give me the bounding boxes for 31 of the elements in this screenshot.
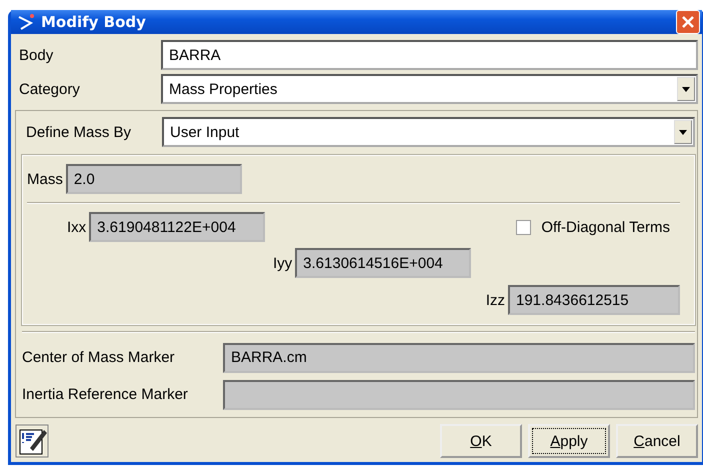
close-icon[interactable] bbox=[676, 10, 700, 34]
field-label: Category bbox=[18, 80, 81, 98]
readonly-field: 3.6190481122E+004 bbox=[89, 212, 266, 242]
notepad-pen-icon[interactable] bbox=[15, 424, 49, 458]
define-mass-dropdown[interactable]: User Input bbox=[162, 117, 695, 147]
marker-field[interactable]: BARRA.cm bbox=[223, 342, 695, 372]
category-dropdown[interactable]: Mass Properties bbox=[161, 74, 698, 104]
field-label: Mass bbox=[27, 170, 63, 188]
caret-icon bbox=[679, 130, 687, 134]
field-label: Iyy bbox=[273, 254, 292, 272]
dialog-button[interactable]: Cancel bbox=[616, 424, 698, 458]
readonly-field: 191.8436612515 bbox=[508, 285, 680, 315]
marker-field[interactable] bbox=[223, 380, 695, 410]
dropdown-button[interactable] bbox=[674, 120, 692, 144]
field-label: Center of Mass Marker bbox=[22, 349, 176, 366]
field-label: Ixx bbox=[67, 218, 86, 236]
stick-figure-icon bbox=[17, 13, 35, 31]
caret-icon bbox=[682, 86, 690, 92]
dialog-button[interactable]: Apply bbox=[528, 424, 610, 458]
dialog-button[interactable]: OK bbox=[440, 424, 522, 458]
checkbox[interactable] bbox=[516, 220, 532, 234]
checkbox-label: Off-Diagonal Terms bbox=[541, 218, 670, 236]
field-label: Izz bbox=[486, 292, 505, 308]
body-name-field[interactable]: BARRA bbox=[161, 40, 698, 70]
dropdown-button[interactable] bbox=[677, 77, 695, 101]
readonly-field: 3.6130614516E+004 bbox=[295, 248, 472, 278]
field-label: Define Mass By bbox=[25, 124, 132, 140]
window-title: Modify Body bbox=[41, 13, 147, 31]
field-label: Body bbox=[18, 46, 54, 64]
readonly-field: 2.0 bbox=[66, 164, 242, 194]
field-label: Inertia Reference Marker bbox=[22, 386, 189, 403]
